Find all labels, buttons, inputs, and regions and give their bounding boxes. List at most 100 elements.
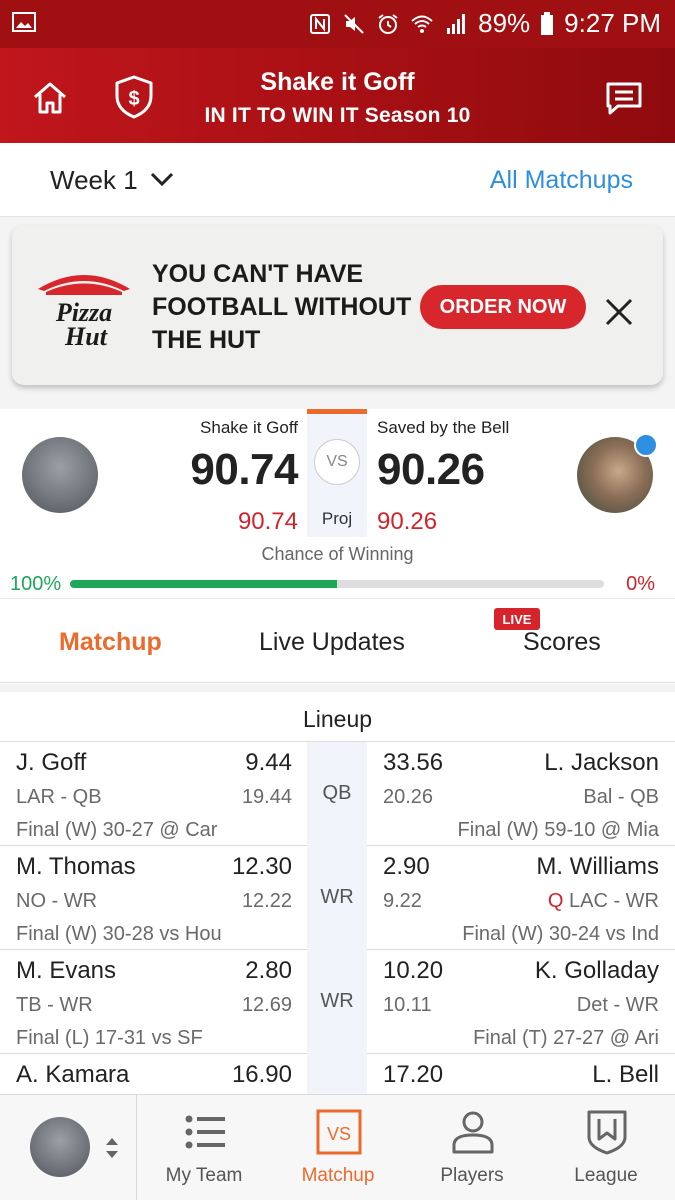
lineup-header: Lineup bbox=[0, 684, 675, 742]
chance-of-winning-label: Chance of Winning bbox=[261, 544, 414, 564]
wifi-icon bbox=[411, 15, 433, 33]
nav-players[interactable]: Players bbox=[405, 1095, 539, 1200]
pizza-hut-logo: Pizza Hut bbox=[38, 275, 130, 349]
lineup-title: Lineup bbox=[302, 706, 373, 732]
player-info-left: LAR - QB bbox=[16, 786, 102, 808]
lineup-row: WR M. Evans 2.80 TB - WR 12.69 Final (L)… bbox=[0, 950, 675, 1054]
league-shield-icon bbox=[587, 1110, 627, 1155]
player-name-left[interactable]: M. Thomas bbox=[16, 853, 136, 881]
ad-headline: YOU CAN'T HAVE FOOTBALL WITHOUT THE HUT bbox=[152, 260, 412, 354]
lineup-row: A. Kamara 16.90 17.20 L. Bell bbox=[0, 1054, 675, 1094]
nav-my-team[interactable]: My Team bbox=[137, 1095, 271, 1200]
proj-score-right: 90.26 bbox=[377, 508, 438, 535]
player-name-right[interactable]: K. Golladay bbox=[535, 957, 659, 985]
player-points-right: 33.56 bbox=[383, 749, 444, 776]
league-team-title: Shake it Goff bbox=[260, 68, 415, 96]
player-game-right: Final (T) 27-27 @ Ari bbox=[473, 1027, 659, 1049]
player-icon bbox=[452, 1111, 494, 1154]
player-proj-left: 12.22 bbox=[241, 890, 292, 912]
matchup-score: VS Proj Shake it Goff Saved by the Bell … bbox=[0, 409, 675, 599]
svg-text:Hut: Hut bbox=[64, 322, 108, 349]
player-proj-right: 20.26 bbox=[383, 786, 434, 808]
battery-percent: 89% bbox=[478, 8, 531, 38]
player-points-right: 17.20 bbox=[383, 1061, 444, 1088]
player-proj-right: 10.11 bbox=[383, 994, 432, 1016]
league-name: IN IT TO WIN IT Season 10 bbox=[204, 104, 471, 127]
nav-label: Matchup bbox=[301, 1165, 375, 1186]
order-now-button[interactable]: ORDER NOW bbox=[420, 285, 586, 329]
lineup-row: WR M. Thomas 12.30 NO - WR 12.22 Final (… bbox=[0, 846, 675, 950]
player-points-right: 2.90 bbox=[383, 853, 430, 880]
player-name-left[interactable]: A. Kamara bbox=[16, 1061, 129, 1089]
player-proj-left: 19.44 bbox=[241, 786, 292, 808]
win-pct-right: 0% bbox=[626, 573, 655, 595]
player-info-left: TB - WR bbox=[16, 994, 93, 1016]
player-info-left: NO - WR bbox=[16, 890, 98, 912]
player-name-left[interactable]: J. Goff bbox=[16, 749, 86, 777]
matchup-tabs: Matchup Live Updates LIVE Scores bbox=[0, 599, 675, 683]
bottom-nav: My Team VS Matchup Players League bbox=[0, 1094, 675, 1200]
live-badge: LIVE bbox=[494, 608, 540, 630]
player-name-right[interactable]: L. Jackson bbox=[544, 749, 659, 777]
alarm-icon bbox=[378, 13, 398, 34]
win-pct-left: 100% bbox=[10, 573, 62, 595]
position-label: WR bbox=[320, 886, 354, 908]
score-left: 90.74 bbox=[190, 445, 298, 494]
nav-label: Players bbox=[440, 1165, 504, 1186]
tab-live-updates[interactable]: Live Updates bbox=[259, 628, 405, 657]
nav-matchup[interactable]: VS Matchup bbox=[271, 1095, 405, 1200]
team-name-right[interactable]: Saved by the Bell bbox=[377, 418, 509, 438]
sort-arrows-icon[interactable] bbox=[104, 1135, 120, 1161]
ad-banner-area: Pizza Hut YOU CAN'T HAVE FOOTBALL WITHOU… bbox=[0, 217, 675, 409]
chevron-down-icon[interactable] bbox=[150, 171, 174, 187]
close-icon[interactable] bbox=[604, 297, 634, 327]
player-game-left: Final (L) 17-31 vs SF bbox=[16, 1027, 203, 1049]
player-proj-left: 12.69 bbox=[241, 994, 292, 1016]
pizza-hut-ad[interactable]: Pizza Hut YOU CAN'T HAVE FOOTBALL WITHOU… bbox=[12, 225, 663, 385]
lineup-rows: QB J. Goff 9.44 LAR - QB 19.44 Final (W)… bbox=[0, 742, 675, 1094]
proj-score-left: 90.74 bbox=[237, 508, 298, 535]
player-info-right: Det - WR bbox=[576, 994, 659, 1016]
nfc-icon bbox=[310, 13, 331, 34]
position-label: QB bbox=[322, 782, 352, 804]
player-points-right: 10.20 bbox=[383, 957, 444, 984]
team-avatar-left[interactable] bbox=[22, 437, 98, 513]
svg-text:VS: VS bbox=[327, 1124, 351, 1144]
status-bar: 89% 9:27 PM bbox=[0, 0, 675, 48]
player-points-left: 16.90 bbox=[231, 1061, 292, 1088]
win-probability-bar bbox=[70, 580, 604, 588]
player-name-right[interactable]: L. Bell bbox=[592, 1061, 659, 1089]
player-info-right: Bal - QB bbox=[583, 786, 659, 808]
vs-badge: VS bbox=[314, 439, 360, 485]
player-info-right: Q LAC - WR bbox=[547, 890, 659, 912]
week-selector[interactable]: Week 1 bbox=[50, 165, 138, 196]
vs-column: VS Proj bbox=[307, 409, 367, 537]
mute-icon bbox=[344, 13, 364, 34]
nav-label: My Team bbox=[165, 1165, 243, 1186]
signal-icon bbox=[447, 13, 466, 34]
player-game-right: Final (W) 59-10 @ Mia bbox=[457, 819, 659, 841]
tab-matchup[interactable]: Matchup bbox=[59, 628, 162, 657]
player-game-left: Final (W) 30-28 vs Hou bbox=[16, 923, 222, 945]
team-switcher-avatar[interactable] bbox=[30, 1117, 90, 1177]
nav-label: League bbox=[574, 1165, 638, 1186]
all-matchups-link[interactable]: All Matchups bbox=[490, 166, 633, 195]
lineup-row: QB J. Goff 9.44 LAR - QB 19.44 Final (W)… bbox=[0, 742, 675, 846]
app-header: $ Shake it Goff IN IT TO WIN IT Season 1… bbox=[0, 48, 675, 143]
image-notification-icon bbox=[12, 12, 36, 32]
vs-icon: VS bbox=[316, 1109, 362, 1155]
score-right: 90.26 bbox=[377, 445, 485, 494]
player-points-left: 9.44 bbox=[245, 749, 292, 776]
tab-scores[interactable]: Scores bbox=[523, 628, 601, 657]
chat-icon[interactable] bbox=[604, 78, 644, 118]
player-points-left: 2.80 bbox=[245, 957, 292, 984]
nav-league[interactable]: League bbox=[539, 1095, 673, 1200]
player-name-left[interactable]: M. Evans bbox=[16, 957, 116, 985]
player-game-left: Final (W) 30-27 @ Car bbox=[16, 819, 218, 841]
player-points-left: 12.30 bbox=[231, 853, 292, 880]
team-name-left[interactable]: Shake it Goff bbox=[200, 418, 298, 438]
player-name-right[interactable]: M. Williams bbox=[536, 853, 659, 881]
list-icon bbox=[185, 1115, 225, 1149]
clock: 9:27 PM bbox=[564, 8, 661, 38]
message-badge-icon[interactable] bbox=[634, 433, 658, 457]
